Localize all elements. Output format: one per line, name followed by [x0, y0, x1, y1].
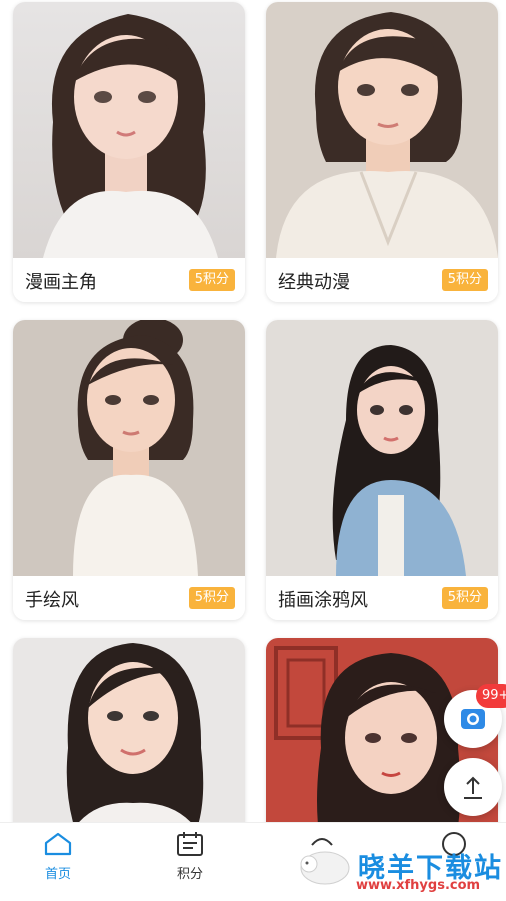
portrait-image — [13, 320, 245, 576]
points-badge: 5积分 — [441, 587, 488, 609]
portrait-image — [13, 2, 245, 258]
tab-points[interactable]: 积分 — [160, 831, 220, 882]
sheep-logo-icon — [300, 851, 350, 885]
points-badge: 5积分 — [441, 269, 488, 291]
watermark-url: www.xfhygs.com — [356, 878, 481, 893]
home-icon — [44, 832, 72, 856]
calendar-icon — [177, 832, 203, 856]
style-grid: 漫画主角 5积分 经典动漫 5积分 手绘风 5积分 插画涂鸦风 5积分 — [0, 0, 506, 822]
style-card-5[interactable] — [13, 638, 245, 822]
tab-home[interactable]: 首页 — [28, 831, 88, 882]
style-card-manga-protagonist[interactable]: 漫画主角 5积分 — [13, 2, 245, 302]
tab-points-label: 积分 — [176, 867, 203, 882]
card-title: 漫画主角 — [25, 272, 97, 293]
upload-button[interactable] — [444, 758, 502, 816]
portrait-image — [266, 2, 498, 258]
points-badge: 5积分 — [188, 269, 235, 291]
portrait-image — [266, 320, 498, 576]
style-card-illustration-graffiti[interactable]: 插画涂鸦风 5积分 — [266, 320, 498, 620]
card-title: 经典动漫 — [278, 272, 350, 293]
style-card-hand-drawn[interactable]: 手绘风 5积分 — [13, 320, 245, 620]
card-title: 插画涂鸦风 — [278, 590, 368, 611]
portrait-image — [13, 638, 245, 822]
style-card-classic-anime[interactable]: 经典动漫 5积分 — [266, 2, 498, 302]
tab-home-label: 首页 — [44, 867, 71, 882]
points-badge: 5积分 — [188, 587, 235, 609]
upload-icon — [464, 776, 482, 799]
notification-count-badge: 99+ — [476, 684, 506, 708]
card-title: 手绘风 — [25, 590, 79, 611]
